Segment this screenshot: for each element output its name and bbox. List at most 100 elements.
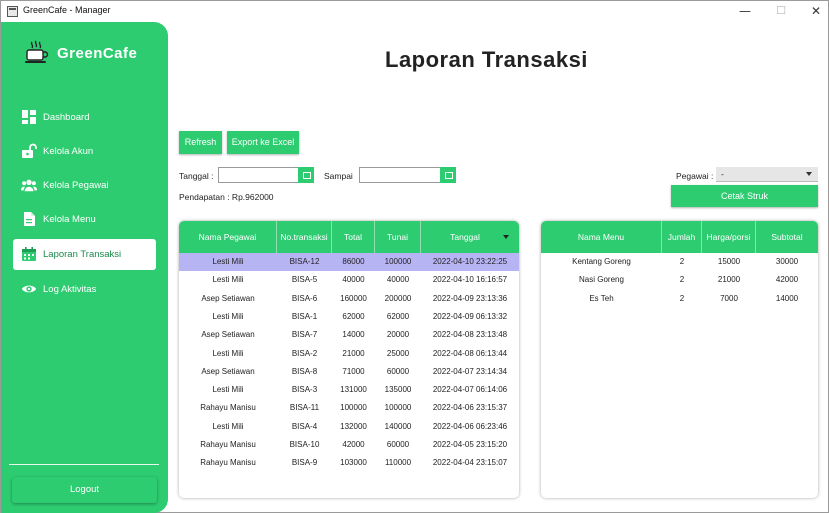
transaction-detail-table: Nama Menu Jumlah Harga/porsi Subtotal Ke… — [541, 221, 818, 498]
title-bar: GreenCafe - Manager — ☐ ✕ — [1, 1, 828, 22]
sort-down-icon — [503, 235, 509, 239]
table-row[interactable]: Lesti Mili BISA-4 132000 140000 2022-04-06 0… — [179, 418, 519, 436]
table-cell: 2022-04-08 23:13:48 — [432, 330, 508, 340]
sampai-label: Sampai — [324, 171, 353, 181]
eye-icon — [21, 285, 37, 293]
table-cell: 2022-04-09 06:13:32 — [432, 311, 508, 321]
nav-label: Laporan Transaksi — [43, 249, 122, 260]
table-cell: 2 — [679, 293, 685, 303]
window-title: GreenCafe - Manager — [23, 5, 111, 15]
dashboard-icon — [22, 110, 36, 124]
table-cell: Es Teh — [589, 293, 614, 303]
table-cell: Asep Setiawan — [201, 366, 255, 376]
unlock-icon — [22, 143, 37, 158]
table-cell: 40000 — [342, 275, 365, 285]
table-row[interactable]: Rahayu Manisu BISA-11 100000 100000 2022-04-… — [179, 399, 519, 417]
table-cell: Lesti Mili — [212, 311, 244, 321]
export-excel-button[interactable]: Export ke Excel — [227, 131, 299, 154]
pegawai-label: Pegawai : — [676, 171, 714, 181]
table-cell: BISA-1 — [291, 311, 318, 321]
table-cell: 20000 — [386, 330, 410, 340]
table-cell: 21000 — [342, 348, 365, 358]
table-cell: Rahayu Manisu — [200, 403, 256, 413]
table-cell: 60000 — [386, 366, 410, 376]
sampai-date-field[interactable] — [359, 167, 456, 183]
table-row[interactable]: Kentang Goreng 2 15000 30000 — [541, 253, 818, 271]
table-cell: BISA-7 — [291, 330, 318, 340]
table-row[interactable]: Lesti Mili BISA-12 86000 100000 2022-04-10 2… — [179, 253, 519, 271]
table-cell: BISA-10 — [289, 440, 320, 449]
nav-item-kelola-menu[interactable]: Kelola Menu — [13, 204, 156, 235]
table-row[interactable]: Lesti Mili BISA-2 21000 25000 2022-04-08 06:… — [179, 345, 519, 363]
nav-label: Log Aktivitas — [43, 284, 97, 295]
table-cell: 2022-04-08 06:13:44 — [432, 348, 508, 358]
users-icon — [21, 179, 37, 192]
table-cell: 135000 — [384, 385, 412, 395]
calendar-picker-icon[interactable] — [440, 167, 456, 183]
column-header-nama-pegawai[interactable]: Nama Pegawai — [179, 221, 277, 253]
table-row[interactable]: Asep Setiawan BISA-6 160000 200000 2022-04-0… — [179, 290, 519, 308]
column-header-tunai[interactable]: Tunai — [375, 221, 421, 253]
table-row[interactable]: Lesti Mili BISA-1 62000 62000 2022-04-09 06:… — [179, 308, 519, 326]
table-cell: Rahayu Manisu — [200, 458, 256, 468]
calendar-icon — [22, 247, 36, 261]
column-header-harga-porsi[interactable]: Harga/porsi — [702, 221, 756, 253]
table-cell: 2022-04-10 16:16:57 — [432, 275, 508, 285]
table-row[interactable]: Rahayu Manisu BISA-10 42000 60000 2022-04-05… — [179, 436, 519, 454]
table-cell: BISA-9 — [291, 458, 318, 468]
table-cell: 100000 — [340, 403, 367, 413]
column-header-total[interactable]: Total — [332, 221, 375, 253]
column-header-jumlah[interactable]: Jumlah — [662, 221, 702, 253]
close-button[interactable]: ✕ — [804, 3, 828, 19]
table-row[interactable]: Rahayu Manisu BISA-9 103000 110000 2022-04-0… — [179, 454, 519, 472]
sidebar-divider — [9, 464, 159, 465]
nav-item-laporan-transaksi[interactable]: Laporan Transaksi — [13, 239, 156, 270]
tanggal-date-field[interactable] — [218, 167, 314, 183]
table-cell: 21000 — [717, 275, 741, 285]
table-row[interactable]: Lesti Mili BISA-5 40000 40000 2022-04-10 16:… — [179, 271, 519, 289]
cetak-struk-button[interactable]: Cetak Struk — [671, 185, 818, 207]
table-cell: 2022-04-07 06:14:06 — [432, 385, 508, 395]
table-row[interactable]: Lesti Mili BISA-3 131000 135000 2022-04-07 0… — [179, 381, 519, 399]
column-header-nama-menu[interactable]: Nama Menu — [541, 221, 662, 253]
nav-item-log-aktivitas[interactable]: Log Aktivitas — [13, 274, 156, 305]
table-cell: 14000 — [775, 293, 799, 303]
column-header-tanggal[interactable]: Tanggal — [421, 221, 519, 253]
table-row[interactable]: Nasi Goreng 2 21000 42000 — [541, 271, 818, 289]
logout-button[interactable]: Logout — [12, 477, 157, 503]
column-header-label: Tanggal — [450, 232, 480, 242]
brand-name: GreenCafe — [57, 45, 138, 62]
table-row[interactable]: Asep Setiawan BISA-7 14000 20000 2022-04-08 … — [179, 326, 519, 344]
table-cell: 2 — [679, 257, 685, 266]
table-row[interactable]: Es Teh 2 7000 14000 — [541, 290, 818, 308]
maximize-button[interactable]: ☐ — [769, 3, 793, 19]
transactions-table: Nama Pegawai No.transaksi Total Tunai Ta… — [179, 221, 519, 498]
table-cell: 62000 — [386, 311, 410, 321]
nav-item-dashboard[interactable]: Dashboard — [13, 102, 156, 133]
table-cell: Asep Setiawan — [201, 293, 255, 303]
minimize-button[interactable]: — — [733, 3, 757, 19]
refresh-button[interactable]: Refresh — [179, 131, 222, 154]
table-cell: 60000 — [386, 440, 410, 449]
table-row[interactable]: Asep Setiawan BISA-8 71000 60000 2022-04-07 … — [179, 363, 519, 381]
table-cell: Asep Setiawan — [201, 330, 255, 340]
table-cell: 2022-04-04 23:15:07 — [432, 458, 508, 468]
table-cell: BISA-5 — [291, 275, 318, 285]
table-cell: 30000 — [775, 257, 799, 266]
nav-label: Kelola Menu — [43, 214, 96, 225]
table-cell: 100000 — [384, 403, 412, 413]
table-cell: 160000 — [340, 293, 367, 303]
nav-label: Kelola Akun — [43, 146, 94, 157]
tanggal-label: Tanggal : — [179, 171, 214, 181]
nav-item-kelola-pegawai[interactable]: Kelola Pegawai — [13, 170, 156, 201]
table-cell: 2022-04-05 23:15:20 — [432, 440, 508, 449]
column-header-no-transaksi[interactable]: No.transaksi — [277, 221, 332, 253]
table-cell: Rahayu Manisu — [200, 440, 256, 449]
calendar-picker-icon[interactable] — [298, 167, 314, 183]
nav-item-kelola-akun[interactable]: Kelola Akun — [13, 136, 156, 167]
table-cell: 2022-04-06 06:23:46 — [432, 421, 508, 431]
table-cell: BISA-6 — [291, 293, 318, 303]
coffee-cup-icon — [25, 40, 49, 63]
column-header-subtotal[interactable]: Subtotal — [756, 221, 818, 253]
pegawai-select[interactable]: - — [716, 167, 818, 182]
